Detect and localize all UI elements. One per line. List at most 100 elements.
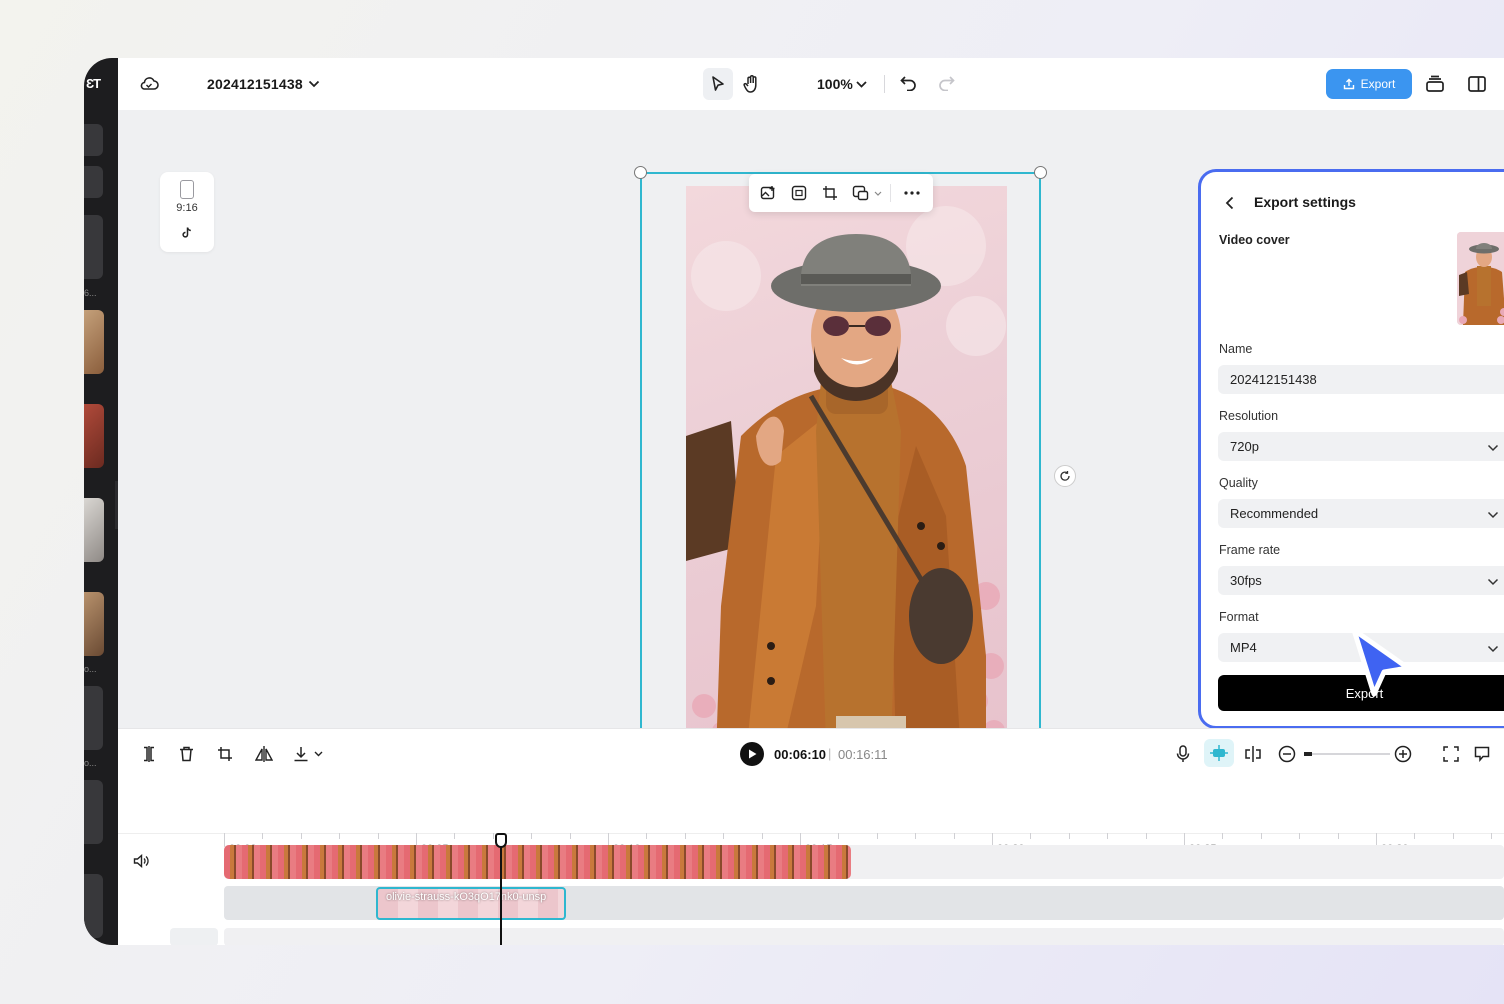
playhead-line[interactable] xyxy=(500,833,502,945)
resolution-value: 720p xyxy=(1230,439,1259,454)
delete-icon[interactable] xyxy=(175,743,197,765)
overlay-clip[interactable]: olivie-strauss-kO3qO17nk0-unsp xyxy=(376,887,566,920)
fit-frame-icon[interactable] xyxy=(790,184,808,202)
chevron-down-icon xyxy=(1487,507,1499,522)
back-chevron-icon[interactable] xyxy=(1221,195,1237,211)
background-remove-icon[interactable] xyxy=(851,184,869,202)
zoom-chevron-icon[interactable] xyxy=(854,77,868,91)
ruler-minor-tick xyxy=(838,833,840,839)
project-name[interactable]: 202412151438 xyxy=(207,76,303,92)
microphone-icon[interactable] xyxy=(1172,743,1194,765)
media-thumbnail[interactable] xyxy=(84,498,104,562)
mirror-icon[interactable] xyxy=(253,743,275,765)
split-scene-icon[interactable] xyxy=(1242,743,1264,765)
divider xyxy=(884,75,885,93)
name-label: Name xyxy=(1219,342,1253,356)
ruler-minor-tick xyxy=(1337,833,1339,839)
download-icon[interactable] xyxy=(290,743,312,765)
auto-snap-button[interactable] xyxy=(1204,739,1234,767)
main-video-clip[interactable] xyxy=(224,845,851,879)
sidebar-tile[interactable] xyxy=(84,215,103,279)
comment-icon[interactable] xyxy=(1471,743,1493,765)
ruler-minor-tick xyxy=(1030,833,1032,839)
replace-image-icon[interactable] xyxy=(759,184,777,202)
sidebar-tile[interactable] xyxy=(84,780,103,844)
ruler-minor-tick xyxy=(1068,833,1070,839)
select-tool-button[interactable] xyxy=(703,68,733,100)
zoom-slider-thumb[interactable] xyxy=(1304,752,1312,756)
media-item-label: o... xyxy=(84,664,97,674)
ruler-minor-tick xyxy=(1491,833,1493,839)
split-view-icon[interactable] xyxy=(1465,73,1489,95)
media-sidebar: ƐT 6... o... o... xyxy=(84,58,124,945)
ruler-minor-tick xyxy=(915,833,917,839)
ruler-minor-tick xyxy=(646,833,648,839)
play-button[interactable] xyxy=(740,742,764,766)
upload-icon xyxy=(1343,78,1354,90)
ruler-minor-tick xyxy=(1452,833,1454,839)
track-volume-icon[interactable] xyxy=(132,852,150,870)
frame-rate-label: Frame rate xyxy=(1219,543,1281,557)
sidebar-tile[interactable] xyxy=(84,874,103,938)
audio-track[interactable] xyxy=(224,928,1504,945)
video-cover-thumbnail[interactable] xyxy=(1457,232,1504,325)
media-thumbnail[interactable] xyxy=(84,404,104,468)
ruler-minor-tick xyxy=(569,833,571,839)
media-thumbnail[interactable] xyxy=(84,310,104,374)
aspect-ratio-card[interactable]: 9:16 xyxy=(160,172,214,252)
playhead-handle[interactable] xyxy=(495,833,507,848)
ruler-minor-tick xyxy=(953,833,955,839)
total-time: 00:16:11 xyxy=(838,747,888,762)
overlay-clip-name: olivie-strauss-kO3qO17nk0-unsp xyxy=(386,891,547,903)
chevron-down-icon xyxy=(1487,641,1499,656)
zoom-in-icon[interactable] xyxy=(1392,743,1414,765)
chevron-down-icon[interactable] xyxy=(873,188,883,198)
video-cover-label: Video cover xyxy=(1219,233,1290,247)
crop-icon[interactable] xyxy=(214,743,236,765)
ruler-minor-tick xyxy=(454,833,456,839)
play-icon xyxy=(748,749,756,759)
hand-tool-button[interactable] xyxy=(738,70,766,98)
zoom-out-icon[interactable] xyxy=(1276,743,1298,765)
resolution-select[interactable]: 720p xyxy=(1218,432,1504,461)
media-item-label: o... xyxy=(84,758,97,768)
cloud-icon[interactable] xyxy=(138,74,160,94)
media-thumbnail[interactable] xyxy=(84,592,104,656)
fullscreen-icon[interactable] xyxy=(1440,743,1462,765)
name-field[interactable]: 202412151438 xyxy=(1218,365,1504,394)
quality-select[interactable]: Recommended xyxy=(1218,499,1504,528)
crop-icon[interactable] xyxy=(821,184,839,202)
split-icon[interactable] xyxy=(138,743,160,765)
ruler-minor-tick xyxy=(684,833,686,839)
tiktok-icon xyxy=(180,226,194,240)
chevron-down-icon[interactable] xyxy=(306,76,322,92)
ruler-minor-tick xyxy=(1107,833,1109,839)
sidebar-tile[interactable] xyxy=(84,166,103,198)
undo-icon[interactable] xyxy=(898,72,920,94)
ruler-minor-tick xyxy=(876,833,878,839)
settings-gear-icon[interactable] xyxy=(1500,73,1504,95)
name-field-value: 202412151438 xyxy=(1230,372,1317,387)
mouse-cursor-icon xyxy=(1348,626,1414,705)
ruler-minor-tick xyxy=(262,833,264,839)
resolution-label: Resolution xyxy=(1219,409,1279,423)
canvas-area: 9:16 Export settings Video cover Name 20… xyxy=(118,110,1504,777)
layers-icon[interactable] xyxy=(1423,73,1447,95)
frame-rate-select[interactable]: 30fps xyxy=(1218,566,1504,595)
hand-icon xyxy=(743,75,757,93)
redo-icon[interactable] xyxy=(935,72,957,94)
chevron-down-icon[interactable] xyxy=(312,749,324,759)
zoom-slider-track[interactable] xyxy=(1304,753,1390,755)
app-logo: ƐT xyxy=(86,76,101,91)
resize-handle-top-right[interactable] xyxy=(1034,166,1047,179)
selection-box[interactable] xyxy=(640,172,1041,771)
sidebar-tile[interactable] xyxy=(84,686,103,750)
more-options-icon[interactable] xyxy=(903,184,921,202)
magnet-icon xyxy=(1210,745,1228,761)
add-track-button[interactable] xyxy=(170,928,218,945)
sidebar-tile[interactable] xyxy=(84,124,103,156)
zoom-level[interactable]: 100% xyxy=(817,76,853,92)
rotate-handle-icon[interactable] xyxy=(1054,465,1076,487)
resize-handle-top-left[interactable] xyxy=(634,166,647,179)
export-button[interactable]: Export xyxy=(1326,69,1412,99)
